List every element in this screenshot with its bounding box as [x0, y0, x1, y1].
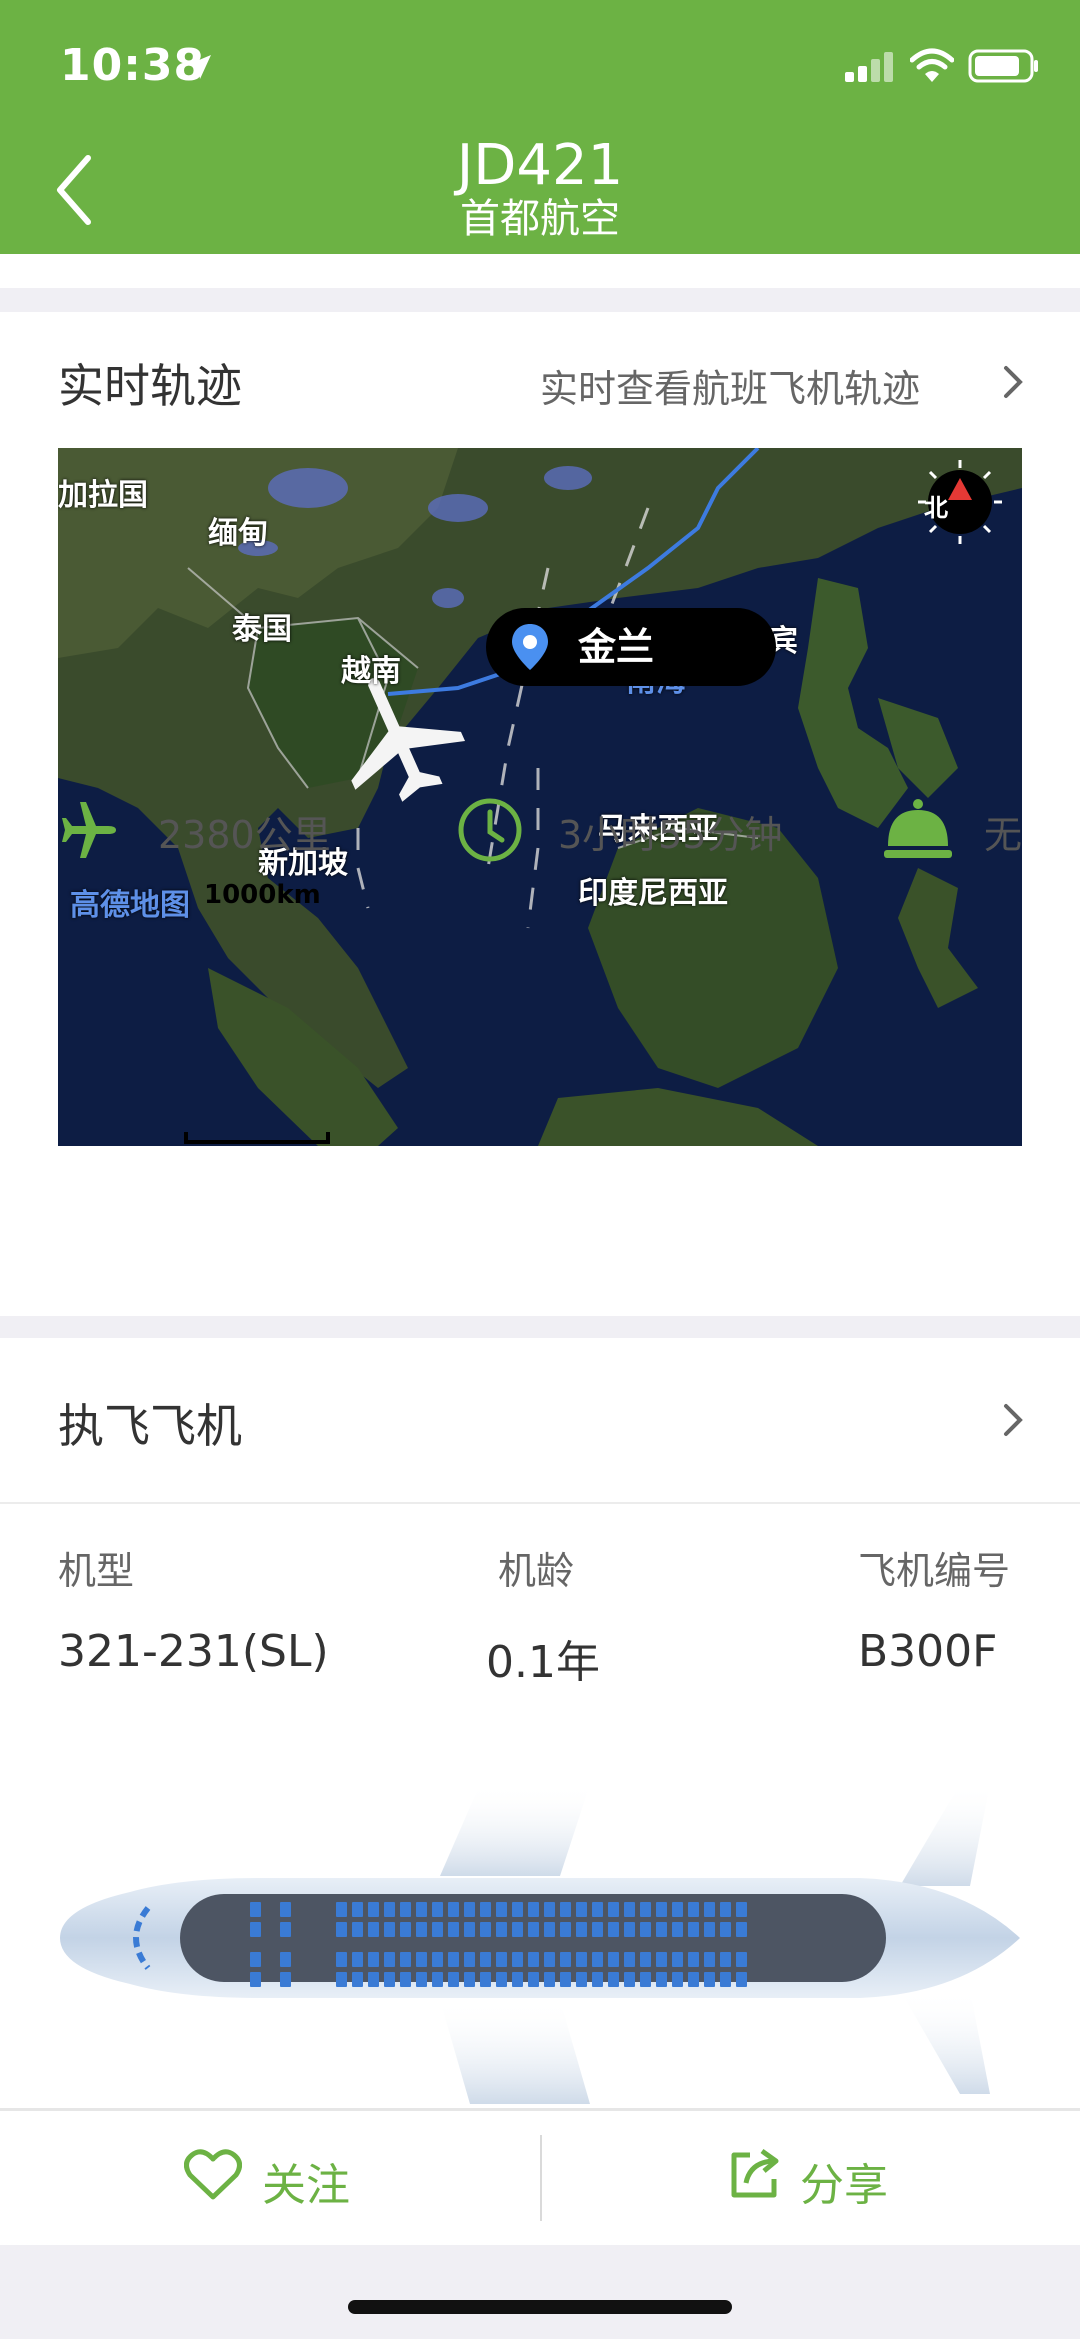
aircraft-details: 机型 321-231(SL) 机龄 0.1年 飞机编号 B300F — [0, 1504, 1080, 2108]
home-indicator[interactable] — [348, 2300, 732, 2314]
location-arrow-icon — [187, 55, 211, 79]
map-label-indonesia: 印度尼西亚 — [578, 876, 728, 911]
airline-name: 首都航空 — [460, 196, 620, 242]
map-label-thailand: 泰国 — [232, 612, 292, 647]
map-label-myanmar: 缅甸 — [208, 516, 268, 551]
bottom-action-bar: 关注 分享 — [0, 2108, 1080, 2245]
wifi-icon — [910, 48, 954, 82]
map-label-vietnam: 越南 — [341, 654, 401, 689]
model-label: 机型 — [58, 1549, 135, 1593]
map-provider-logo: 高德地图 — [70, 888, 190, 923]
track-title: 实时轨迹 — [58, 359, 242, 413]
distance-value: 2380公里 — [158, 813, 331, 857]
current-location-label: 金兰 — [578, 625, 655, 669]
follow-button[interactable]: 关注 — [184, 2111, 384, 2245]
track-card: 实时轨迹 实时查看航班飞机轨迹 加拉国 缅甸 泰国 越南 马来西亚 新加坡 印度… — [0, 312, 1080, 1316]
airplane-icon — [62, 802, 116, 858]
follow-label: 关注 — [262, 2160, 350, 2211]
top-strip — [0, 254, 1080, 288]
age-label: 机龄 — [498, 1549, 575, 1593]
map-scale-label: 1000km — [204, 880, 321, 910]
seat-map-diagram — [60, 1784, 1020, 2104]
map-terrain — [58, 448, 1022, 1146]
model-value: 321-231(SL) — [58, 1626, 329, 1677]
heart-icon — [184, 2149, 242, 2200]
flight-map[interactable]: 加拉国 缅甸 泰国 越南 南海 菲律宾 马来西亚 新加坡 印度尼西亚 金兰 北 … — [58, 448, 1022, 1146]
bottom-divider — [540, 2135, 542, 2221]
share-label: 分享 — [800, 2160, 888, 2211]
compass-north-label: 北 — [924, 494, 948, 522]
flight-number: JD421 — [456, 133, 624, 198]
registration-value: B300F — [858, 1626, 998, 1677]
registration-label: 飞机编号 — [858, 1549, 1011, 1593]
chevron-right-icon[interactable] — [998, 362, 1028, 402]
chevron-right-icon[interactable] — [998, 1400, 1028, 1440]
header: 10:38 JD421 首都航空 — [0, 0, 1080, 254]
share-button[interactable]: 分享 — [728, 2111, 928, 2245]
duration-value: 3小时55分钟 — [558, 813, 783, 857]
location-callout: 金兰 — [486, 608, 776, 686]
location-pin-icon — [512, 624, 548, 670]
map-label-bangladesh: 加拉国 — [58, 478, 148, 513]
aircraft-title: 执飞飞机 — [58, 1399, 242, 1453]
meal-value: 无 — [984, 813, 1023, 857]
share-icon — [731, 2148, 779, 2198]
track-link[interactable]: 实时查看航班飞机轨迹 — [540, 358, 920, 413]
signal-icon — [845, 52, 893, 82]
aircraft-header[interactable]: 执飞飞机 — [0, 1338, 1080, 1504]
meal-icon — [884, 799, 952, 858]
battery-icon — [968, 49, 1038, 83]
clock-icon — [458, 798, 522, 862]
age-value: 0.1年 — [486, 1637, 600, 1688]
